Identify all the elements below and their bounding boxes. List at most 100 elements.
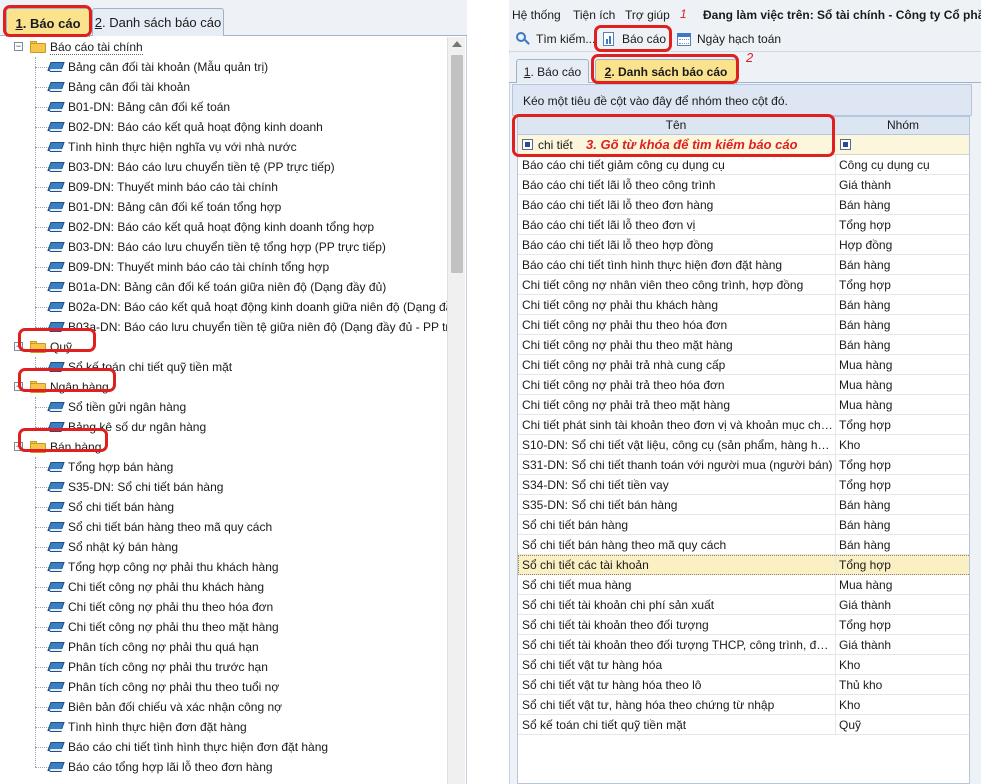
table-row[interactable]: Sổ chi tiết bán hàng Bán hàng	[518, 515, 969, 535]
tree-item[interactable]: Tình hình thực hiện nghĩa vụ với nhà nướ…	[0, 137, 447, 157]
tree-item[interactable]: Chi tiết công nợ phải thu khách hàng	[0, 577, 447, 597]
grid-scrollbar[interactable]	[970, 116, 981, 784]
table-row[interactable]: Báo cáo chi tiết tình hình thực hiện đơn…	[518, 255, 969, 275]
report-tree: − Báo cáo tài chính Bảng cân đối tài khoản…	[0, 37, 447, 784]
table-row[interactable]: Sổ chi tiết tài khoản theo đối tượng THC…	[518, 635, 969, 655]
menu-help[interactable]: Trợ giúp	[625, 8, 670, 22]
tree-group[interactable]: − Bán hàng	[0, 437, 447, 457]
table-row[interactable]: Sổ chi tiết mua hàng Mua hàng	[518, 575, 969, 595]
group-filter-icon[interactable]	[840, 139, 851, 150]
table-row[interactable]: Chi tiết công nợ phải trả theo hóa đơn Mu…	[518, 375, 969, 395]
table-row[interactable]: Sổ chi tiết bán hàng theo mã quy cách Bán…	[518, 535, 969, 555]
table-row[interactable]: Sổ chi tiết tài khoản chi phí sản xuất Gi…	[518, 595, 969, 615]
tab-reports[interactable]: 1. Báo cáo	[6, 8, 90, 37]
table-row[interactable]: Chi tiết công nợ nhân viên theo công trì…	[518, 275, 969, 295]
tree-item[interactable]: B01a-DN: Bảng cân đối kế toán giữa niên …	[0, 277, 447, 297]
report-name-cell: Sổ chi tiết vật tư, hàng hóa theo chứng …	[522, 698, 775, 712]
tree-item[interactable]: Sổ nhật ký bán hàng	[0, 537, 447, 557]
collapse-icon[interactable]: −	[14, 442, 23, 451]
filter-operator-icon[interactable]	[522, 139, 533, 150]
collapse-icon[interactable]: −	[14, 382, 23, 391]
collapse-icon[interactable]: −	[14, 342, 23, 351]
tree-item[interactable]: Sổ tiền gửi ngân hàng	[0, 397, 447, 417]
table-row[interactable]: Chi tiết công nợ phải thu theo mặt hàng B…	[518, 335, 969, 355]
tree-item[interactable]: B02-DN: Báo cáo kết quả hoạt động kinh d…	[0, 117, 447, 137]
tree-item[interactable]: S35-DN: Sổ chi tiết bán hàng	[0, 477, 447, 497]
tree-item[interactable]: B02a-DN: Báo cáo kết quả hoạt động kinh …	[0, 297, 447, 317]
table-row[interactable]: S34-DN: Sổ chi tiết tiền vay Tổng hợp	[518, 475, 969, 495]
table-row[interactable]: Sổ chi tiết tài khoản theo đối tượng Tổng…	[518, 615, 969, 635]
tree-item[interactable]: Phân tích công nợ phải thu theo tuổi nợ	[0, 677, 447, 697]
tree-scrollbar[interactable]	[447, 37, 465, 784]
table-row[interactable]: Chi tiết công nợ phải thu theo hóa đơn Bá…	[518, 315, 969, 335]
tree-item[interactable]: Tổng hợp công nợ phải thu khách hàng	[0, 557, 447, 577]
tree-item[interactable]: Biên bản đối chiếu và xác nhận công nợ	[0, 697, 447, 717]
tree-item[interactable]: B03-DN: Báo cáo lưu chuyển tiền tệ tổng …	[0, 237, 447, 257]
column-divider	[835, 275, 836, 295]
menu-system[interactable]: Hệ thống	[512, 8, 561, 22]
column-header-group[interactable]: Nhóm	[835, 117, 969, 135]
tree-group[interactable]: − Báo cáo tài chính	[0, 37, 447, 57]
annotation-step-3: 3. Gõ từ khóa để tìm kiếm báo cáo	[586, 137, 798, 152]
table-row[interactable]: Chi tiết phát sinh tài khoản theo đơn vị…	[518, 415, 969, 435]
name-filter-input[interactable]: chi tiết	[538, 138, 573, 152]
tab-reports-right[interactable]: 1. Báo cáo	[516, 59, 589, 83]
tree-item[interactable]: Chi tiết công nợ phải thu theo mặt hàng	[0, 617, 447, 637]
table-row[interactable]: Báo cáo chi tiết lãi lỗ theo đơn hàng Bán…	[518, 195, 969, 215]
report-name-cell: Báo cáo chi tiết lãi lỗ theo đơn hàng	[522, 198, 714, 212]
tree-item[interactable]: Bảng cân đối tài khoản (Mẫu quản trị)	[0, 57, 447, 77]
tree-item[interactable]: Sổ kế toán chi tiết quỹ tiền mặt	[0, 357, 447, 377]
table-row[interactable]: Sổ chi tiết các tài khoản Tổng hợp	[518, 555, 969, 575]
accounting-date-button[interactable]: Ngày hạch toán	[677, 32, 781, 46]
table-row[interactable]: Chi tiết công nợ phải thu khách hàng Bán …	[518, 295, 969, 315]
tree-group[interactable]: − Quỹ	[0, 337, 447, 357]
tree-group[interactable]: − Ngân hàng	[0, 377, 447, 397]
table-row[interactable]: Sổ chi tiết vật tư, hàng hóa theo chứng …	[518, 695, 969, 715]
report-name-cell: Sổ chi tiết bán hàng theo mã quy cách	[522, 538, 727, 552]
scroll-up-arrow-icon[interactable]	[452, 41, 462, 47]
tree-item[interactable]: B01-DN: Bảng cân đối kế toán	[0, 97, 447, 117]
tree-item[interactable]: Báo cáo tổng hợp lãi lỗ theo đơn hàng	[0, 757, 447, 777]
tree-item[interactable]: B03-DN: Báo cáo lưu chuyển tiền tệ (PP t…	[0, 157, 447, 177]
tree-item[interactable]: Báo cáo chi tiết tình hình thực hiện đơn…	[0, 737, 447, 757]
search-button[interactable]: Tìm kiếm...	[516, 32, 595, 46]
table-row[interactable]: Báo cáo chi tiết lãi lỗ theo công trình G…	[518, 175, 969, 195]
tree-item[interactable]: B02-DN: Báo cáo kết quả hoạt động kinh d…	[0, 217, 447, 237]
column-header-name[interactable]: Tên	[518, 117, 835, 135]
tree-item[interactable]: Tình hình thực hiện đơn đặt hàng	[0, 717, 447, 737]
table-row[interactable]: Chi tiết công nợ phải trả nhà cung cấp Mu…	[518, 355, 969, 375]
table-row[interactable]: Báo cáo chi tiết giảm công cụ dụng cụ Côn…	[518, 155, 969, 175]
tree-item[interactable]: Phân tích công nợ phải thu quá hạn	[0, 637, 447, 657]
collapse-icon[interactable]: −	[14, 42, 23, 51]
table-row[interactable]: S31-DN: Sổ chi tiết thanh toán với người…	[518, 455, 969, 475]
tree-item[interactable]: Bảng cân đối tài khoản	[0, 77, 447, 97]
tree-item[interactable]: Phân tích công nợ phải thu trước hạn	[0, 657, 447, 677]
tree-item[interactable]: B09-DN: Thuyết minh báo cáo tài chính tổ…	[0, 257, 447, 277]
tab-report-list[interactable]: 2. Danh sách báo cáo	[92, 8, 224, 36]
tree-item[interactable]: Sổ chi tiết bán hàng theo mã quy cách	[0, 517, 447, 537]
tree-item[interactable]: Tổng hợp bán hàng	[0, 457, 447, 477]
table-row[interactable]: Báo cáo chi tiết lãi lỗ theo đơn vị Tổng …	[518, 215, 969, 235]
scrollbar-thumb[interactable]	[451, 55, 463, 273]
table-row[interactable]: Sổ chi tiết vật tư hàng hóa Kho	[518, 655, 969, 675]
tab-report-list-right[interactable]: 2. Danh sách báo cáo	[595, 59, 737, 84]
table-row[interactable]: S35-DN: Sổ chi tiết bán hàng Bán hàng	[518, 495, 969, 515]
tree-item[interactable]: Bảng kê số dư ngân hàng	[0, 417, 447, 437]
report-book-icon	[47, 361, 65, 372]
tree-group-label: Báo cáo tài chính	[50, 40, 143, 55]
table-row[interactable]: S10-DN: Sổ chi tiết vật liệu, công cụ (s…	[518, 435, 969, 455]
tree-item-label: Phân tích công nợ phải thu quá hạn	[68, 640, 259, 654]
report-button[interactable]: Báo cáo	[602, 32, 666, 46]
tree-item-label: B02-DN: Báo cáo kết quả hoạt động kinh d…	[68, 120, 323, 134]
tree-item[interactable]: Chi tiết công nợ phải thu theo hóa đơn	[0, 597, 447, 617]
group-by-hint[interactable]: Kéo một tiêu đề cột vào đây để nhóm theo…	[512, 84, 972, 116]
table-row[interactable]: Sổ kế toán chi tiết quỹ tiền mặt Quỹ	[518, 715, 969, 735]
table-row[interactable]: Chi tiết công nợ phải trả theo mặt hàng M…	[518, 395, 969, 415]
tree-item[interactable]: B03a-DN: Báo cáo lưu chuyển tiền tệ giữa…	[0, 317, 447, 337]
table-row[interactable]: Báo cáo chi tiết lãi lỗ theo hợp đồng Hợp…	[518, 235, 969, 255]
table-row[interactable]: Sổ chi tiết vật tư hàng hóa theo lô Thủ k…	[518, 675, 969, 695]
tree-item[interactable]: B01-DN: Bảng cân đối kế toán tổng hợp	[0, 197, 447, 217]
menu-utilities[interactable]: Tiện ích	[573, 8, 615, 22]
tree-item[interactable]: B09-DN: Thuyết minh báo cáo tài chính	[0, 177, 447, 197]
tree-item[interactable]: Sổ chi tiết bán hàng	[0, 497, 447, 517]
